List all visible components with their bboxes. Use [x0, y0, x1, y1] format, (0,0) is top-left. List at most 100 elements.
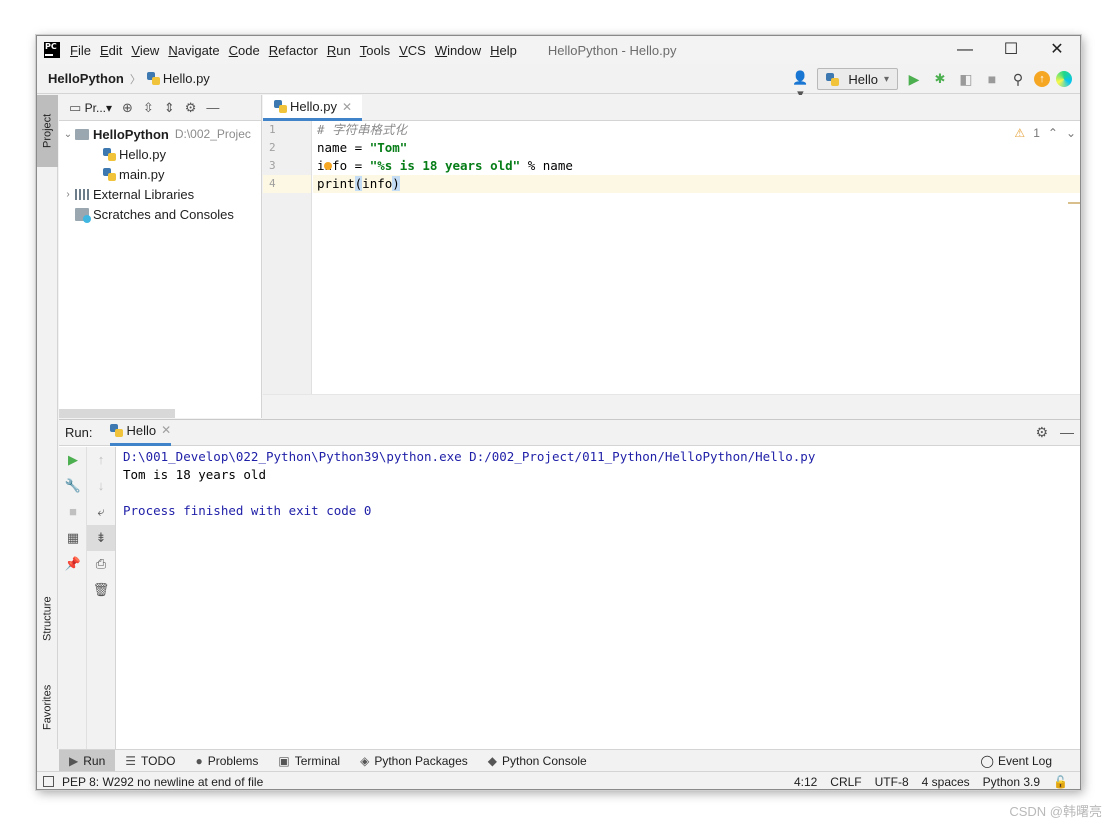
hide-icon[interactable]: — — [206, 100, 219, 115]
menu-vcs[interactable]: VCS — [399, 43, 432, 58]
tree-item-hello-py[interactable]: Hello.py — [59, 144, 261, 164]
console-output[interactable]: D:\001_Develop\022_Python\Python39\pytho… — [123, 448, 1080, 749]
line-number: 4 — [263, 175, 311, 193]
code-area[interactable]: 1 2 3 4 # 字符串格式化 name = "Tom" info = "%s i… — [263, 121, 1080, 418]
line-number-gutter[interactable]: 1 2 3 4 — [263, 121, 312, 394]
python-console-icon: ◆ — [487, 753, 497, 768]
trash-icon[interactable]: 🗑 — [87, 577, 115, 603]
menu-edit[interactable]: Edit — [100, 43, 128, 58]
code-line[interactable]: # 字符串格式化 — [313, 121, 1080, 139]
favorites-tool-tab[interactable]: Favorites — [37, 667, 58, 747]
toolbox-icon[interactable] — [1056, 71, 1072, 87]
inspection-widget[interactable]: ⚠ 1 ⌃ ⌄ — [1014, 126, 1076, 140]
caret-position[interactable]: 4:12 — [794, 775, 817, 789]
debug-icon[interactable]: ✱ — [930, 69, 950, 89]
project-tool-tab[interactable]: Project — [37, 95, 58, 167]
menu-navigate[interactable]: Navigate — [168, 43, 225, 58]
indent-setting[interactable]: 4 spaces — [922, 775, 970, 789]
run-tab-hello[interactable]: Hello ✕ — [110, 420, 172, 446]
menu-tools[interactable]: Tools — [360, 43, 396, 58]
intention-bulb-icon[interactable] — [324, 162, 332, 170]
user-icon[interactable]: 👤▾ — [789, 70, 811, 101]
locate-icon[interactable]: ⊕ — [122, 100, 133, 116]
pin-icon[interactable]: 📌 — [59, 551, 87, 577]
breadcrumb-project[interactable]: HelloPython — [48, 71, 124, 86]
menu-window[interactable]: Window — [435, 43, 487, 58]
menu-view[interactable]: View — [131, 43, 165, 58]
breadcrumb-file[interactable]: Hello.py — [163, 71, 210, 86]
tree-item-project-root[interactable]: ⌄ HelloPython D:\002_Projec — [59, 124, 261, 144]
code-line[interactable]: info = "%s is 18 years old" % name — [313, 157, 1080, 175]
code-lines[interactable]: # 字符串格式化 name = "Tom" info = "%s is 18 yea… — [313, 121, 1080, 193]
arrow-up-icon[interactable]: ↑ — [87, 447, 115, 473]
scroll-to-end-icon[interactable]: ⇟ — [87, 525, 115, 551]
tool-window-python-packages[interactable]: ◈ Python Packages — [350, 750, 478, 772]
tree-item-scratches[interactable]: Scratches and Consoles — [59, 204, 261, 224]
console-line: Tom is 18 years old — [123, 467, 266, 482]
stop-icon[interactable]: ■ — [59, 499, 87, 525]
run-configuration-select[interactable]: Hello ▾ — [817, 68, 898, 90]
tool-window-problems[interactable]: ● Problems — [185, 750, 268, 772]
project-view-select[interactable]: ▭ Pr...▾ — [69, 100, 112, 116]
arrow-down-icon[interactable]: ↓ — [87, 473, 115, 499]
stop-icon[interactable]: ■ — [982, 69, 1002, 89]
horizontal-scrollbar[interactable] — [59, 409, 175, 418]
tool-window-run[interactable]: ▶ Run — [59, 749, 116, 772]
coverage-icon[interactable]: ◧ — [956, 69, 976, 89]
warning-stripe-marker[interactable] — [1068, 202, 1080, 204]
gear-icon[interactable]: ⚙ — [185, 100, 197, 116]
tool-window-label: Terminal — [294, 753, 341, 768]
rerun-icon[interactable]: ▶ — [59, 447, 87, 473]
file-encoding[interactable]: UTF-8 — [875, 775, 909, 789]
update-icon[interactable]: ↑ — [1034, 71, 1050, 87]
soft-wrap-icon[interactable]: ⤶ — [87, 499, 115, 525]
code-token: "Tom" — [369, 140, 408, 155]
menu-run[interactable]: Run — [327, 43, 357, 58]
lock-icon[interactable]: 🔓 — [1053, 775, 1068, 789]
menu-refactor[interactable]: Refactor — [269, 43, 324, 58]
expand-all-icon[interactable]: ⇳ — [143, 100, 154, 116]
code-token: ) — [392, 176, 400, 191]
python-interpreter[interactable]: Python 3.9 — [983, 775, 1040, 789]
run-icon[interactable]: ▶ — [904, 69, 924, 89]
search-icon[interactable]: ⚲ — [1008, 69, 1028, 89]
tree-item-external-libraries[interactable]: › External Libraries — [59, 184, 261, 204]
menu-file[interactable]: File — [70, 43, 97, 58]
tool-window-python-console[interactable]: ◆ Python Console — [478, 750, 597, 772]
code-line[interactable]: print(info) — [313, 175, 1080, 193]
close-icon[interactable]: ✕ — [161, 423, 171, 437]
window-title: HelloPython - Hello.py — [547, 42, 677, 58]
menu-code[interactable]: Code — [229, 43, 266, 58]
minimize-button[interactable]: — — [942, 36, 988, 64]
layout-icon[interactable]: ▦ — [59, 525, 87, 551]
tree-item-main-py[interactable]: main.py — [59, 164, 261, 184]
gear-icon[interactable]: ⚙ — [1035, 424, 1048, 441]
chevron-right-icon[interactable]: › — [61, 189, 75, 200]
menu-help[interactable]: Help — [490, 43, 523, 58]
collapse-all-icon[interactable]: ⇕ — [164, 100, 175, 116]
line-separator[interactable]: CRLF — [830, 775, 861, 789]
code-line[interactable]: name = "Tom" — [313, 139, 1080, 157]
python-file-icon — [103, 147, 116, 161]
chevron-down-icon[interactable]: ⌄ — [1066, 126, 1076, 140]
print-icon[interactable]: ⎙ — [87, 551, 115, 577]
tab-hello-py[interactable]: Hello.py ✕ — [263, 95, 363, 121]
project-tree: ⌄ HelloPython D:\002_Projec Hello.py mai… — [59, 121, 261, 224]
event-log-icon: ◯ — [980, 754, 994, 768]
left-tool-stripe: Project Structure Favorites — [37, 95, 58, 749]
structure-tool-tab[interactable]: Structure — [37, 583, 58, 655]
chevron-down-icon[interactable]: ⌄ — [61, 129, 75, 140]
maximize-button[interactable]: ☐ — [988, 36, 1034, 64]
run-label: Run: — [65, 425, 93, 440]
chevron-up-icon[interactable]: ⌃ — [1048, 126, 1058, 140]
wrench-icon[interactable]: 🔧 — [59, 473, 87, 499]
event-log-button[interactable]: ◯ Event Log — [981, 750, 1052, 772]
tool-window-terminal[interactable]: ▣ Terminal — [268, 750, 350, 772]
tool-windows-toggle-icon[interactable] — [43, 776, 54, 787]
close-icon[interactable]: ✕ — [342, 100, 352, 114]
python-icon — [826, 72, 840, 86]
tool-window-todo[interactable]: ☰ TODO — [115, 750, 185, 772]
status-message[interactable]: PEP 8: W292 no newline at end of file — [62, 775, 263, 789]
close-button[interactable]: ✕ — [1034, 36, 1080, 64]
hide-icon[interactable]: — — [1060, 424, 1074, 441]
